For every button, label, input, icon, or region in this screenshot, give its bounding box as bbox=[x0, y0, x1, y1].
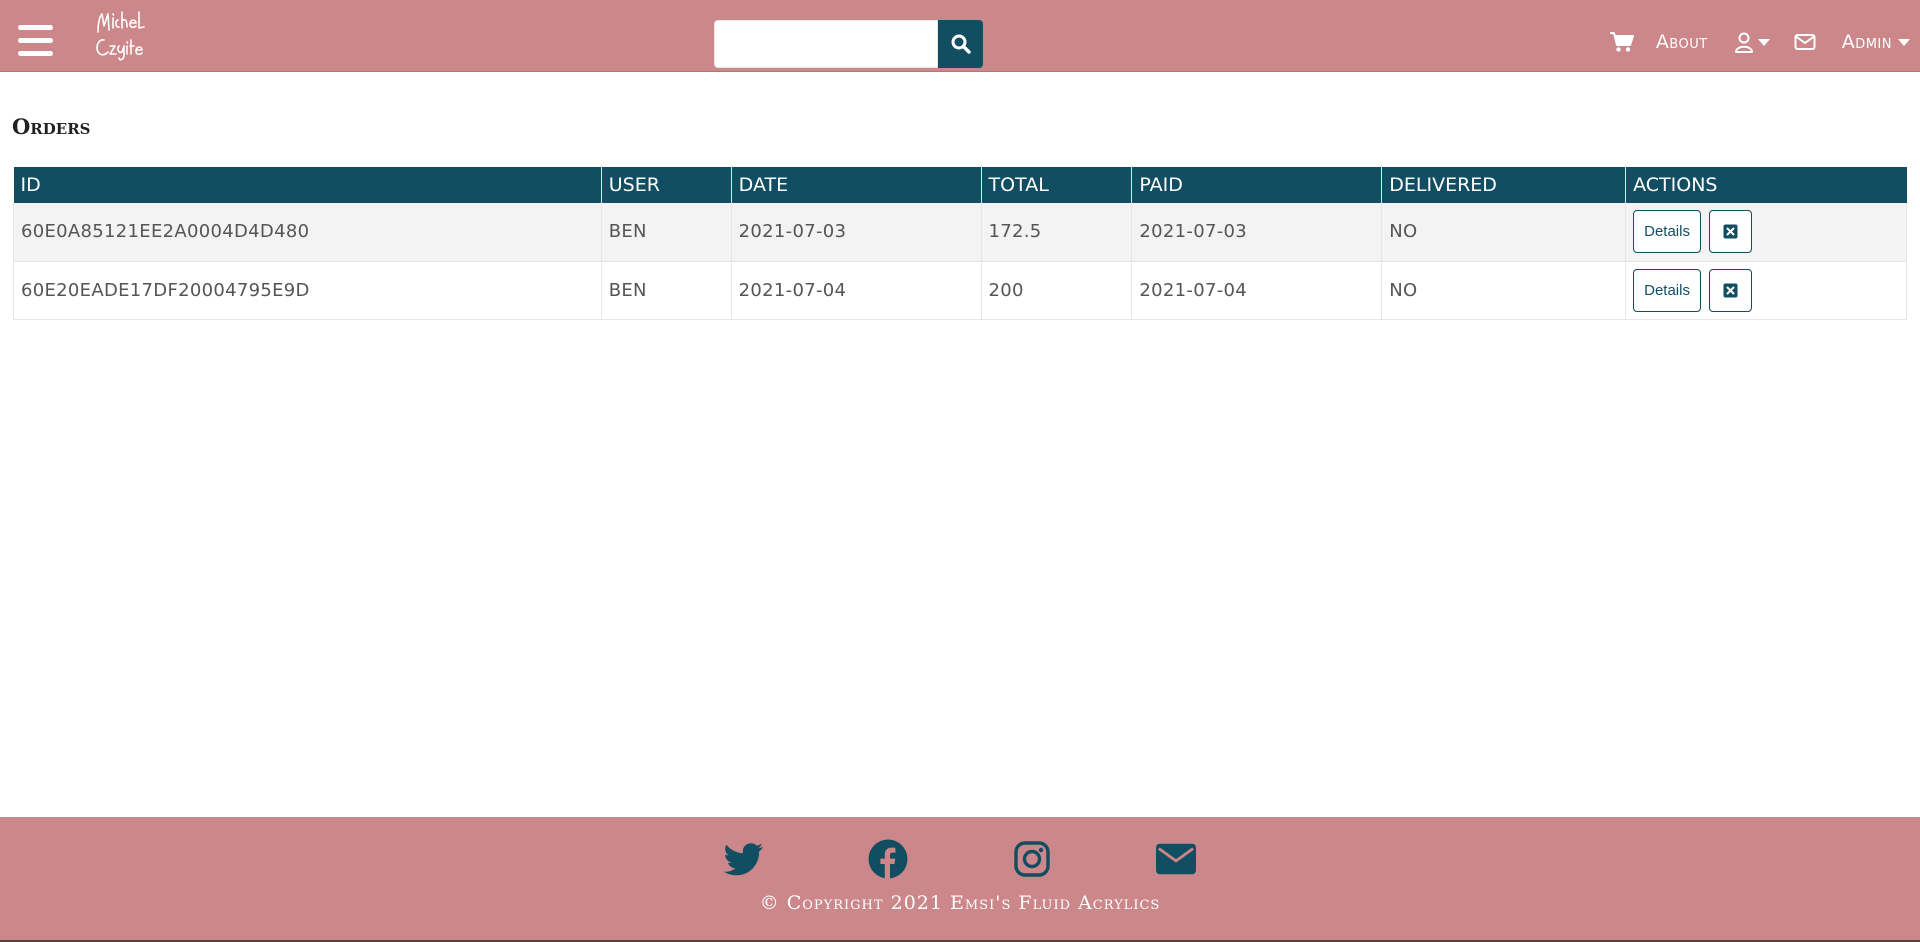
order-delivered: NO bbox=[1381, 261, 1627, 320]
hamburger-menu-icon[interactable] bbox=[18, 25, 53, 57]
delete-button[interactable] bbox=[1709, 210, 1753, 254]
column-header-delivered: DELIVERED bbox=[1381, 167, 1627, 203]
search-form bbox=[714, 20, 983, 68]
envelope-icon bbox=[1794, 34, 1816, 50]
order-actions: Details bbox=[1625, 203, 1907, 262]
details-button[interactable]: Details bbox=[1633, 268, 1701, 312]
admin-dropdown[interactable]: Admin bbox=[1842, 31, 1910, 53]
delete-button[interactable] bbox=[1709, 268, 1753, 312]
order-paid: 2021-07-03 bbox=[1131, 203, 1383, 262]
order-date: 2021-07-03 bbox=[731, 203, 982, 262]
footer: © Copyright 2021 Emsi's Fluid Acrylics bbox=[0, 817, 1920, 942]
search-button[interactable] bbox=[938, 20, 983, 68]
search-icon bbox=[951, 34, 971, 54]
order-total: 200 bbox=[981, 261, 1133, 320]
orders-table: ID USER DATE TOTAL PAID DELIVERED ACTION… bbox=[13, 167, 1907, 320]
column-header-paid: PAID bbox=[1131, 167, 1383, 203]
about-link-label: About bbox=[1655, 31, 1708, 53]
copyright-text: © Copyright 2021 Emsi's Fluid Acrylics bbox=[759, 892, 1161, 914]
logo[interactable] bbox=[84, 8, 148, 64]
user-icon bbox=[1734, 32, 1753, 53]
chevron-down-icon bbox=[1898, 38, 1910, 46]
about-link[interactable]: About bbox=[1656, 31, 1708, 53]
twitter-link[interactable] bbox=[724, 839, 764, 879]
nav-right: About Admin bbox=[1609, 22, 1910, 62]
contact-link[interactable] bbox=[1794, 33, 1816, 51]
table-row: 60E0A85121EE2A0004D4D480 BEN 2021-07-03 … bbox=[13, 203, 1907, 262]
order-paid: 2021-07-04 bbox=[1131, 261, 1383, 320]
order-user: BEN bbox=[601, 261, 732, 320]
close-icon bbox=[1723, 283, 1738, 297]
details-button[interactable]: Details bbox=[1633, 210, 1701, 254]
email-link[interactable] bbox=[1156, 839, 1196, 879]
column-header-user: USER bbox=[601, 167, 732, 203]
order-delivered: NO bbox=[1381, 203, 1627, 262]
search-input[interactable] bbox=[714, 20, 938, 68]
chevron-down-icon bbox=[1757, 38, 1770, 46]
shopping-cart-icon bbox=[1609, 32, 1634, 52]
column-header-total: TOTAL bbox=[981, 167, 1133, 203]
instagram-link[interactable] bbox=[1012, 839, 1052, 879]
table-header-row: ID USER DATE TOTAL PAID DELIVERED ACTION… bbox=[13, 167, 1907, 203]
top-navbar: About Admin bbox=[0, 0, 1920, 72]
admin-dropdown-label: Admin bbox=[1841, 31, 1892, 53]
table-row: 60E20EADE17DF20004795E9D BEN 2021-07-04 … bbox=[13, 261, 1907, 320]
order-user: BEN bbox=[601, 203, 732, 262]
envelope-icon bbox=[1156, 843, 1196, 875]
twitter-icon bbox=[724, 842, 763, 875]
facebook-link[interactable] bbox=[868, 839, 908, 879]
column-header-id: ID bbox=[13, 167, 602, 203]
order-id: 60E0A85121EE2A0004D4D480 bbox=[13, 203, 602, 262]
instagram-icon bbox=[1014, 841, 1050, 877]
user-dropdown[interactable] bbox=[1734, 32, 1770, 53]
close-icon bbox=[1723, 224, 1738, 239]
column-header-actions: ACTIONS bbox=[1625, 167, 1907, 203]
page-title: Orders bbox=[12, 114, 91, 139]
order-actions: Details bbox=[1625, 261, 1907, 320]
cart-link[interactable] bbox=[1609, 31, 1634, 53]
order-total: 172.5 bbox=[981, 203, 1133, 262]
social-links bbox=[0, 839, 1920, 879]
facebook-icon bbox=[868, 839, 908, 879]
order-id: 60E20EADE17DF20004795E9D bbox=[13, 261, 602, 320]
order-date: 2021-07-04 bbox=[731, 261, 982, 320]
column-header-date: DATE bbox=[731, 167, 982, 203]
